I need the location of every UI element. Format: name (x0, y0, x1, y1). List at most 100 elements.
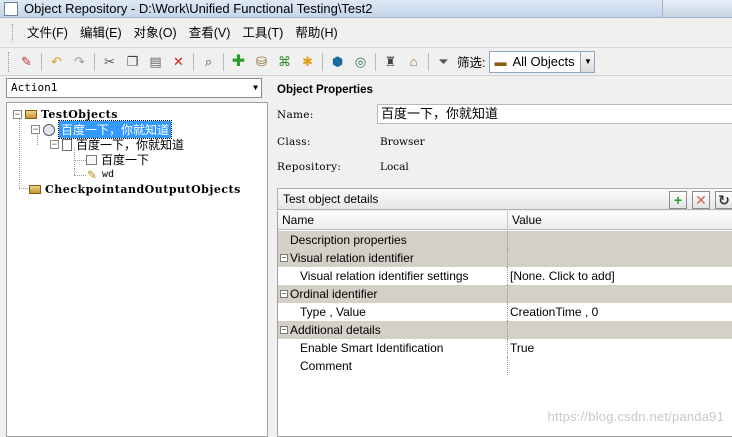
property-row[interactable]: Visual relation identifier settings [None… (278, 267, 732, 285)
object-spy-icon[interactable]: ⬢ (328, 52, 347, 71)
menu-grip (12, 23, 15, 42)
property-name-text: Type , Value (300, 305, 366, 319)
tree-line (19, 117, 20, 188)
property-value (508, 231, 732, 249)
checkpoint-icon[interactable]: ♜ (381, 52, 400, 71)
property-row[interactable]: Description properties (278, 231, 732, 249)
tree-label: TestObjects (41, 108, 118, 121)
property-name: Comment (278, 357, 508, 375)
objects-icon: ▬ (494, 54, 507, 69)
property-value[interactable]: True (508, 339, 732, 357)
object-tree[interactable]: − TestObjects − 百度一下，你就知道 − 百度一下，你就知道 百度… (6, 102, 268, 437)
watermark: https://blog.csdn.net/panda91 (547, 409, 724, 424)
property-row[interactable]: Type , Value CreationTime , 0 (278, 303, 732, 321)
action-dropdown[interactable]: Action1 ▼ (6, 78, 262, 98)
column-header-name[interactable]: Name (278, 211, 508, 230)
property-value[interactable]: [None. Click to add] (508, 267, 732, 285)
property-value (508, 249, 732, 267)
tree-node-browser[interactable]: − 百度一下，你就知道 (31, 120, 173, 139)
menu-file[interactable]: 文件(F) (21, 23, 74, 43)
browser-icon (43, 123, 55, 136)
title-bar: Object Repository - D:\Work\Unified Func… (0, 0, 732, 18)
find-icon[interactable]: ⌕ (199, 52, 218, 71)
remove-property-icon[interactable]: ✕ (692, 191, 710, 209)
undo-icon[interactable]: ↶ (47, 52, 66, 71)
tree-node-button[interactable]: 百度一下 (86, 152, 149, 167)
property-name: Enable Smart Identification (278, 339, 508, 357)
property-name: − Additional details (278, 321, 508, 339)
name-input[interactable]: 百度一下，你就知道 (377, 104, 732, 124)
action-value: Action1 (11, 81, 58, 94)
tree-node-checkpoints[interactable]: CheckpointandOutputObjects (29, 182, 241, 197)
toolbar-separator (375, 52, 376, 71)
class-label: Class: (277, 136, 311, 148)
property-value (508, 285, 732, 303)
tree-label: wd (102, 169, 115, 180)
property-value[interactable] (508, 357, 732, 375)
navigate-learn-icon[interactable]: ⌘ (275, 52, 294, 71)
delete-icon[interactable]: ✕ (169, 52, 188, 71)
define-object-icon[interactable]: ◎ (351, 52, 370, 71)
menu-object[interactable]: 对象(O) (128, 23, 183, 43)
property-name: Description properties (278, 231, 508, 249)
property-name-text: Comment (300, 359, 353, 373)
add-property-icon[interactable]: + (669, 191, 687, 209)
locate-icon[interactable]: ✎ (17, 52, 36, 71)
tree-node-test-objects[interactable]: − TestObjects (13, 107, 118, 122)
add-objects-icon[interactable]: ⛁ (252, 52, 271, 71)
property-row[interactable]: Comment (278, 357, 732, 375)
folder-icon (25, 110, 37, 119)
add-object-icon[interactable]: ✚ (229, 52, 248, 71)
object-properties-pane: Object Properties Name: 百度一下，你就知道 Class:… (270, 78, 732, 437)
menu-help[interactable]: 帮助(H) (289, 23, 343, 43)
menu-bar: 文件(F) 编辑(E) 对象(O) 查看(V) 工具(T) 帮助(H) (0, 18, 732, 48)
property-name: Visual relation identifier settings (278, 267, 508, 285)
recovery-icon[interactable]: ⌂ (404, 52, 423, 71)
chevron-down-icon[interactable]: ▼ (253, 79, 258, 97)
tree-node-page[interactable]: − 百度一下，你就知道 (50, 137, 184, 152)
collapse-icon[interactable]: − (50, 140, 59, 149)
toolbar-separator (322, 52, 323, 71)
button-icon (86, 154, 97, 165)
property-name-text: Additional details (290, 323, 381, 337)
copy-icon[interactable]: ❐ (123, 52, 142, 71)
tree-line (74, 175, 86, 176)
filter-label: 筛选: (457, 56, 486, 70)
redo-icon[interactable]: ↷ (70, 52, 89, 71)
refresh-icon[interactable]: ↻ (715, 191, 732, 209)
tree-line (74, 148, 75, 175)
property-name: Type , Value (278, 303, 508, 321)
chevron-down-icon[interactable]: ▼ (580, 51, 595, 72)
property-row[interactable]: − Additional details (278, 321, 732, 339)
edit-field-icon: ✎ (86, 167, 98, 182)
collapse-icon[interactable]: − (280, 326, 288, 334)
left-pane: Action1 ▼ − TestObjects − 百度一下，你就知道 − 百度… (6, 78, 268, 437)
property-name-text: Enable Smart Identification (300, 341, 444, 355)
menu-view[interactable]: 查看(V) (183, 23, 237, 43)
cut-icon[interactable]: ✂ (100, 52, 119, 71)
toolbar-grip (8, 51, 11, 72)
property-row[interactable]: Enable Smart Identification True (278, 339, 732, 357)
tree-label: CheckpointandOutputObjects (45, 183, 241, 196)
menu-tools[interactable]: 工具(T) (236, 23, 289, 43)
property-value[interactable]: CreationTime , 0 (508, 303, 732, 321)
property-row[interactable]: − Ordinal identifier (278, 285, 732, 303)
property-row[interactable]: − Visual relation identifier (278, 249, 732, 267)
window-controls[interactable] (662, 0, 732, 17)
collapse-icon[interactable]: − (13, 110, 22, 119)
tree-line (74, 160, 86, 161)
tree-node-edit[interactable]: ✎ wd (86, 167, 114, 182)
highlight-icon[interactable]: ✱ (298, 52, 317, 71)
grid-header: Name Value (278, 211, 732, 230)
menu-edit[interactable]: 编辑(E) (74, 23, 128, 43)
filter-dropdown[interactable]: ▬ All Objects ▼ (489, 50, 596, 73)
collapse-icon[interactable]: − (280, 254, 288, 262)
paste-icon[interactable]: ▤ (146, 52, 165, 71)
column-header-value[interactable]: Value (508, 211, 732, 230)
details-title: Test object details (283, 192, 379, 206)
property-name: − Visual relation identifier (278, 249, 508, 267)
property-value (508, 321, 732, 339)
collapse-icon[interactable]: − (280, 290, 288, 298)
collapse-icon[interactable]: − (31, 125, 40, 134)
details-header: Test object details + ✕ ↻ (277, 188, 732, 210)
